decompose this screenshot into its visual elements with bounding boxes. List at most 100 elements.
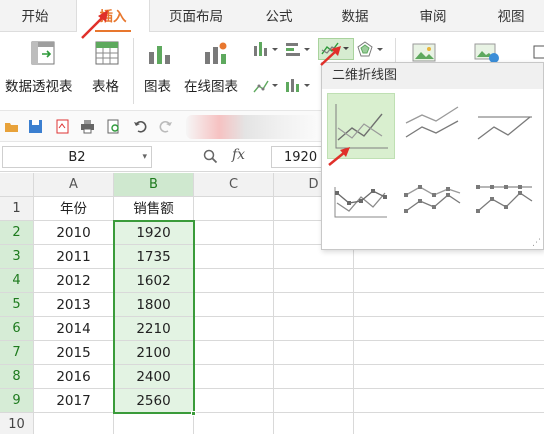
row-header[interactable]: 6: [0, 317, 34, 341]
tab-data[interactable]: 数据: [326, 0, 384, 32]
cell-e[interactable]: [354, 317, 544, 341]
cell-e[interactable]: [354, 269, 544, 293]
tab-view[interactable]: 视图: [482, 0, 540, 32]
cell-a[interactable]: 2017: [34, 389, 114, 413]
cell-e[interactable]: [354, 413, 544, 434]
annotation-arrow-option: [328, 147, 350, 166]
name-box[interactable]: B2 ▾: [2, 146, 152, 168]
column-chart-icon: [254, 42, 278, 56]
ribbon-divider: [133, 38, 134, 104]
table-button[interactable]: 表格: [88, 32, 128, 110]
select-all-corner[interactable]: [0, 173, 34, 197]
area-chart-button[interactable]: [356, 40, 386, 60]
cell-a[interactable]: 2012: [34, 269, 114, 293]
cell-a[interactable]: [34, 413, 114, 434]
scatter-chart-button[interactable]: [252, 76, 282, 96]
tab-review[interactable]: 审阅: [404, 0, 462, 32]
row-header[interactable]: 8: [0, 365, 34, 389]
bar-chart-button[interactable]: [284, 40, 314, 60]
cell-a[interactable]: 年份: [34, 197, 114, 221]
stacked-line-chart-option[interactable]: [400, 93, 468, 159]
online-chart-button[interactable]: 在线图表: [182, 32, 246, 110]
tab-formulas[interactable]: 公式: [250, 0, 308, 32]
cell-a[interactable]: 2015: [34, 341, 114, 365]
cell-a[interactable]: 2010: [34, 221, 114, 245]
resize-grip-icon[interactable]: ⋰: [532, 238, 541, 248]
cell-d[interactable]: [274, 269, 354, 293]
row-header[interactable]: 4: [0, 269, 34, 293]
cell-b[interactable]: 销售额: [114, 197, 194, 221]
cell-c[interactable]: [194, 293, 274, 317]
function-fx-button[interactable]: fx: [232, 147, 245, 163]
row-header[interactable]: 5: [0, 293, 34, 317]
line-with-markers-option[interactable]: [327, 167, 395, 233]
cell-e[interactable]: [354, 293, 544, 317]
column-header-b[interactable]: B: [114, 173, 194, 197]
stacked-line-chart-thumbnail: [405, 106, 459, 138]
pivot-table-button[interactable]: 数据透视表: [0, 32, 86, 110]
zoom-search-icon[interactable]: [203, 149, 218, 164]
cell-c[interactable]: [194, 221, 274, 245]
chart-label: 图表: [144, 79, 171, 95]
chart-icon: [149, 46, 170, 64]
chevron-down-icon[interactable]: ▾: [142, 147, 147, 168]
export-pdf-icon[interactable]: [55, 119, 70, 134]
stock-chart-button[interactable]: [284, 76, 314, 96]
percent-stacked-line-chart-option[interactable]: [472, 93, 540, 159]
row-header[interactable]: 3: [0, 245, 34, 269]
selection-outline: [113, 220, 195, 414]
print-icon[interactable]: [80, 119, 95, 134]
online-picture-button[interactable]: [472, 42, 502, 64]
cell-c[interactable]: [194, 197, 274, 221]
cell-d[interactable]: [274, 365, 354, 389]
online-chart-label: 在线图表: [184, 79, 238, 95]
redo-icon[interactable]: [158, 119, 173, 134]
cell-d[interactable]: [274, 317, 354, 341]
row-header[interactable]: 10: [0, 413, 34, 434]
cell-e[interactable]: [354, 365, 544, 389]
column-header-a[interactable]: A: [34, 173, 114, 197]
picture-button[interactable]: [410, 42, 440, 64]
row-header[interactable]: 2: [0, 221, 34, 245]
bar-chart-icon: [286, 43, 310, 56]
cell-e[interactable]: [354, 389, 544, 413]
cell-c[interactable]: [194, 341, 274, 365]
cell-d[interactable]: [274, 293, 354, 317]
cell-a[interactable]: 2016: [34, 365, 114, 389]
column-header-c[interactable]: C: [194, 173, 274, 197]
open-folder-icon[interactable]: [4, 119, 19, 134]
pivot-table-label: 数据透视表: [5, 79, 73, 95]
cell-c[interactable]: [194, 413, 274, 434]
spreadsheet-window: 开始 插入 页面布局 公式 数据 审阅 视图 数据透视表 表格 图表 在线图表 …: [0, 0, 544, 434]
tab-page-layout[interactable]: 页面布局: [158, 0, 234, 32]
row-header[interactable]: 9: [0, 389, 34, 413]
cell-a[interactable]: 2011: [34, 245, 114, 269]
tab-home[interactable]: 开始: [0, 0, 70, 32]
stacked-line-with-markers-option[interactable]: [400, 167, 468, 233]
cell-c[interactable]: [194, 245, 274, 269]
cell-a[interactable]: 2013: [34, 293, 114, 317]
cell-c[interactable]: [194, 365, 274, 389]
percent-line-markers-thumbnail: [476, 185, 533, 213]
cell-d[interactable]: [274, 413, 354, 434]
percent-line-with-markers-option[interactable]: [472, 167, 540, 233]
row-header[interactable]: 1: [0, 197, 34, 221]
cell-c[interactable]: [194, 269, 274, 293]
scatter-chart-icon: [253, 80, 278, 93]
row-header[interactable]: 7: [0, 341, 34, 365]
print-preview-icon[interactable]: [106, 119, 121, 134]
column-chart-button[interactable]: [252, 40, 282, 60]
cell-b[interactable]: [114, 413, 194, 434]
undo-icon[interactable]: [133, 119, 148, 134]
shape-icon: [533, 45, 544, 59]
cell-e[interactable]: [354, 341, 544, 365]
cell-d[interactable]: [274, 341, 354, 365]
save-icon[interactable]: [28, 119, 43, 134]
cell-c[interactable]: [194, 317, 274, 341]
chart-button[interactable]: 图表: [140, 32, 180, 110]
shape-button[interactable]: [532, 44, 544, 62]
cell-c[interactable]: [194, 389, 274, 413]
fill-handle[interactable]: [191, 411, 196, 416]
cell-d[interactable]: [274, 389, 354, 413]
cell-a[interactable]: 2014: [34, 317, 114, 341]
